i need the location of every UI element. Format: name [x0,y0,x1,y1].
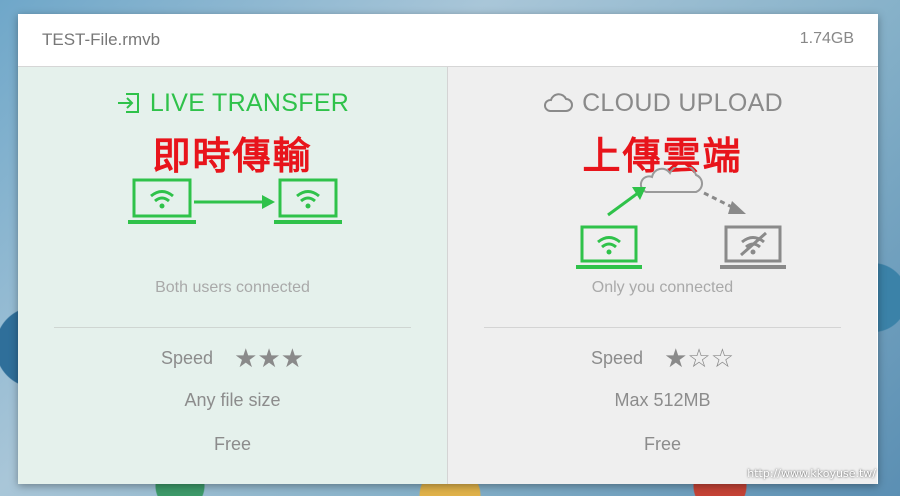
sender-laptop-icon [128,178,196,224]
star-filled-icon: ★ [234,343,258,373]
cloud-upload-illustration [576,167,786,269]
live-transfer-label: LIVE TRANSFER [149,89,350,117]
cloud-speed-label: Speed [590,347,644,368]
live-speed-label: Speed [160,347,214,368]
file-name: TEST-File.rmvb [42,30,161,49]
offline-laptop-icon [720,225,786,269]
star-empty-icon: ☆ [687,343,711,373]
cloud-icon [544,93,574,112]
cloud-upload-title: CLOUD UPLOAD [448,89,877,118]
file-header: TEST-File.rmvb 1.74GB [18,14,878,67]
cloud-speed-stars: ★☆☆ [664,345,734,371]
star-filled-icon: ★ [664,343,688,373]
transfer-dialog: TEST-File.rmvb 1.74GB LIVE TRANSFER 即時傳輸 [18,14,878,484]
watermark-url: http://www.kkoyuse.tw/ [747,467,876,480]
cloud-speed-row: Speed ★☆☆ [448,345,877,371]
live-status-text: Both users connected [155,279,310,296]
live-speed-row: Speed ★★★ [18,345,447,371]
enter-arrow-icon [117,93,139,113]
cloud-server-icon [639,167,703,193]
star-empty-icon: ☆ [710,343,734,373]
sender-laptop-icon [576,225,642,269]
pending-download-arrow-icon [703,191,746,214]
cloud-status-text: Only you connected [591,279,734,296]
cloud-price: Free [643,434,681,454]
live-transfer-illustration [128,178,342,224]
live-divider [54,327,411,328]
cloud-upload-option[interactable]: CLOUD UPLOAD 上傳雲端 Only you connected Spe… [448,67,877,484]
upload-arrow-icon [607,187,646,217]
star-filled-icon: ★ [280,343,304,373]
file-size: 1.74GB [799,30,854,47]
receiver-laptop-icon [274,178,342,224]
live-size-limit: Any file size [184,390,281,410]
cloud-upload-label: CLOUD UPLOAD [582,89,783,117]
cloud-size-limit: Max 512MB [614,390,711,410]
star-filled-icon: ★ [257,343,281,373]
live-transfer-option[interactable]: LIVE TRANSFER 即時傳輸 Both users connected … [18,67,447,484]
live-price: Free [213,434,251,454]
transfer-arrow-icon [194,195,275,209]
cloud-divider [484,327,841,328]
live-speed-stars: ★★★ [234,345,304,371]
live-transfer-title: LIVE TRANSFER [18,89,447,118]
